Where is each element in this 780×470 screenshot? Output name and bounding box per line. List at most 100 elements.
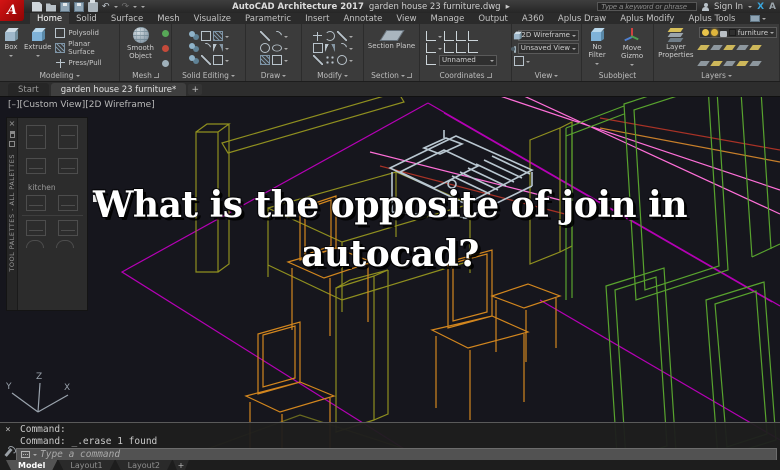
- modify-caret-icon-2[interactable]: [349, 48, 353, 52]
- help-search-input[interactable]: [597, 2, 697, 11]
- solid-edit-caret-icon-2[interactable]: [225, 48, 229, 52]
- hatch-icon[interactable]: [260, 55, 270, 65]
- press-pull-button[interactable]: Press/Pull: [55, 57, 117, 69]
- solid-editing-panel-label[interactable]: Solid Editing: [172, 70, 245, 81]
- ribbon-tab-solid[interactable]: Solid: [69, 13, 104, 24]
- stretch-icon[interactable]: [313, 55, 323, 65]
- palette-tool-drawer-unit-icon[interactable]: [58, 158, 78, 174]
- refine-mesh-icon[interactable]: [162, 60, 169, 67]
- layer-make-current-icon[interactable]: [697, 61, 710, 66]
- section-dialog-launcher-icon[interactable]: [407, 73, 412, 78]
- ribbon-tab-insert[interactable]: Insert: [298, 13, 336, 24]
- layer-thaw-sun-icon[interactable]: [711, 29, 718, 36]
- ribbon-tab-manage[interactable]: Manage: [424, 13, 472, 24]
- polysolid-button[interactable]: Polysolid: [55, 27, 117, 39]
- undo-caret-icon[interactable]: [114, 6, 118, 10]
- smooth-object-button[interactable]: Smooth Object: [122, 26, 159, 70]
- layer-unlock-tool-icon[interactable]: [736, 61, 749, 66]
- ucs-icon[interactable]: [426, 31, 436, 41]
- layer-lock-icon[interactable]: [720, 31, 727, 37]
- ribbon-display-toggle[interactable]: [750, 13, 766, 24]
- modify-caret-icon[interactable]: [349, 36, 353, 40]
- command-input[interactable]: [40, 449, 772, 460]
- copy-icon[interactable]: [313, 43, 323, 53]
- draw-caret-icon-2[interactable]: [284, 48, 288, 52]
- ucs-face-icon[interactable]: [468, 31, 478, 41]
- ribbon-tab-parametric[interactable]: Parametric: [238, 13, 298, 24]
- layers-panel-label[interactable]: Layers: [654, 70, 779, 81]
- ucs-previous-icon[interactable]: [426, 43, 436, 53]
- ribbon-tab-surface[interactable]: Surface: [104, 13, 150, 24]
- rectangle-icon[interactable]: [272, 55, 282, 65]
- new-document-icon[interactable]: [32, 2, 42, 12]
- command-close-icon[interactable]: ×: [5, 426, 10, 434]
- ribbon-tab-aplus-modify[interactable]: Aplus Modify: [613, 13, 681, 24]
- save-icon[interactable]: [60, 2, 70, 12]
- redo-caret-icon[interactable]: [133, 6, 137, 10]
- move-gizmo-button[interactable]: Move Gizmo: [613, 26, 651, 70]
- no-filter-caret-icon[interactable]: [595, 63, 599, 67]
- section-plane-button[interactable]: Section Plane: [367, 26, 416, 70]
- file-tab-start[interactable]: Start: [8, 83, 49, 96]
- planar-surface-button[interactable]: Planar Surface: [55, 42, 117, 54]
- ucs-origin-icon[interactable]: [444, 43, 454, 53]
- viewport-config-icon[interactable]: [514, 56, 524, 66]
- no-filter-button[interactable]: No Filter: [584, 26, 610, 70]
- palette-close-icon[interactable]: ×: [9, 120, 16, 128]
- extrude-button[interactable]: Extrude: [23, 26, 52, 70]
- ucs-world-icon[interactable]: [444, 31, 454, 41]
- palette-tool-tall-cabinet-icon[interactable]: [58, 125, 78, 149]
- ucs-named-icon[interactable]: [426, 55, 436, 65]
- sign-in-caret-icon[interactable]: [748, 6, 752, 10]
- tab-layout1[interactable]: Layout1: [58, 460, 114, 470]
- imprint-icon[interactable]: [213, 31, 223, 41]
- layer-isolate-icon[interactable]: [697, 45, 710, 50]
- fillet-edge-icon[interactable]: [199, 41, 213, 55]
- ribbon-tab-home[interactable]: Home: [30, 13, 69, 24]
- customize-wrench-icon[interactable]: [4, 448, 12, 457]
- layer-dropdown[interactable]: furniture: [699, 27, 777, 38]
- ucs-caret-icon[interactable]: [438, 36, 442, 40]
- shell-icon[interactable]: [213, 43, 223, 53]
- coordinates-dialog-launcher-icon[interactable]: [487, 73, 492, 78]
- exchange-apps-icon[interactable]: X: [757, 2, 764, 12]
- application-menu-button[interactable]: A: [0, 0, 24, 21]
- visual-style-dropdown[interactable]: 2D Wireframe: [518, 30, 579, 41]
- move-gizmo-caret-icon[interactable]: [630, 64, 634, 68]
- layer-color-swatch[interactable]: [729, 29, 736, 36]
- sign-in-label[interactable]: Sign In: [714, 2, 743, 12]
- plot-icon[interactable]: [88, 2, 98, 12]
- fillet-icon[interactable]: [335, 41, 349, 55]
- box-button[interactable]: Box: [2, 26, 20, 70]
- layer-on-bulb-icon[interactable]: [702, 29, 709, 36]
- green-cabinets[interactable]: [566, 97, 780, 470]
- viewport-config-caret-icon[interactable]: [526, 61, 530, 65]
- solid-edit-caret-icon-3[interactable]: [225, 60, 229, 64]
- subtract-icon[interactable]: [189, 43, 195, 49]
- ucs-z-axis-icon[interactable]: [456, 43, 466, 53]
- layer-unisolate-icon[interactable]: [736, 45, 749, 50]
- box-caret-icon[interactable]: [9, 55, 13, 59]
- ribbon-tab-aplus-draw[interactable]: Aplus Draw: [551, 13, 613, 24]
- layer-freeze-icon[interactable]: [710, 45, 723, 50]
- ribbon-tab-visualize[interactable]: Visualize: [187, 13, 238, 24]
- palette-tool-cabinet-icon[interactable]: [26, 125, 46, 149]
- command-input-caret-icon[interactable]: [33, 454, 37, 458]
- view-panel-label[interactable]: View: [512, 70, 581, 81]
- named-view-dropdown[interactable]: Unsaved View: [518, 43, 579, 54]
- array-icon[interactable]: [325, 55, 335, 65]
- intersect-icon[interactable]: [189, 55, 195, 61]
- ribbon-tab-view[interactable]: View: [389, 13, 423, 24]
- open-file-icon[interactable]: [46, 2, 56, 12]
- trim-icon[interactable]: [337, 31, 347, 41]
- file-tab-active-drawing[interactable]: garden house 23 furniture*: [51, 83, 187, 96]
- rotate-icon[interactable]: [325, 31, 335, 41]
- line-icon[interactable]: [260, 31, 270, 41]
- ucs-view-icon[interactable]: [468, 43, 478, 53]
- mesh-dialog-launcher-icon[interactable]: [154, 73, 159, 78]
- subobject-panel-label[interactable]: Subobject: [582, 70, 653, 81]
- mirror-icon[interactable]: [325, 43, 335, 53]
- solid-edit-caret-icon[interactable]: [225, 36, 229, 40]
- ellipse-icon[interactable]: [272, 45, 282, 52]
- ucs-name-dropdown[interactable]: Unnamed: [439, 55, 497, 66]
